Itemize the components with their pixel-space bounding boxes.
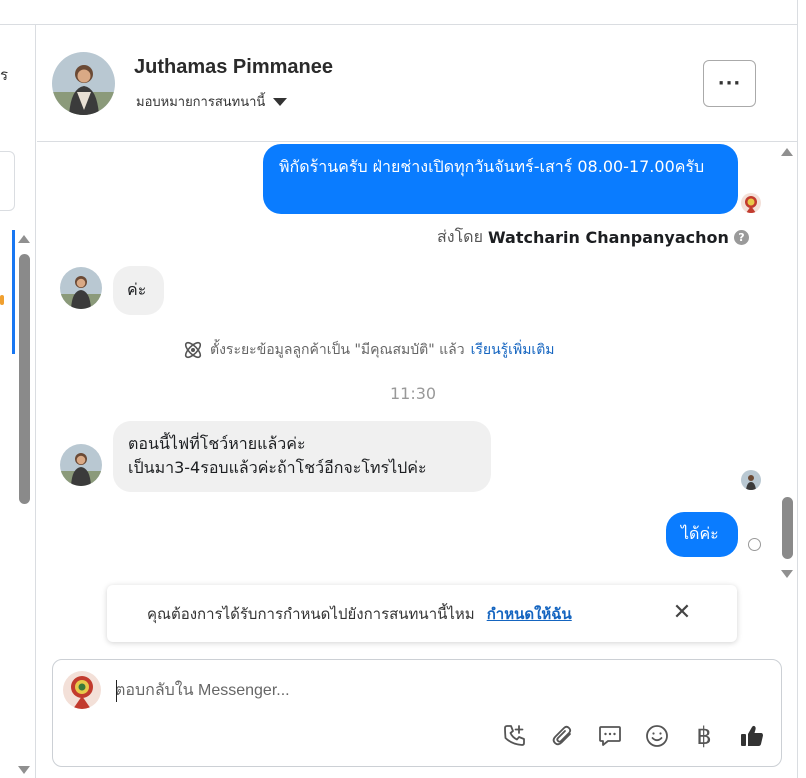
- text-cursor: [116, 680, 117, 702]
- list-scroll-down-arrow[interactable]: [18, 766, 30, 774]
- contact-avatar[interactable]: [52, 52, 115, 115]
- message-thread: พิกัดร้านครับ ฝ่ายช่างเปิดทุกวันจันทร์-เ…: [37, 142, 782, 578]
- conversation-active-indicator: [12, 230, 15, 354]
- sent-by-line: ส่งโดย Watcharin Chanpanyachon ?: [437, 225, 749, 250]
- assign-conversation-label: มอบหมายการสนทนานี้: [136, 95, 266, 110]
- list-scrollbar-thumb[interactable]: [19, 254, 30, 504]
- assign-to-me-link[interactable]: กำหนดให้ฉัน: [487, 602, 572, 626]
- assign-banner-question: คุณต้องการได้รับการกำหนดไปยังการสนทนานี้…: [147, 604, 475, 623]
- message-bubble-outgoing: ได้ค่ะ: [666, 512, 738, 557]
- conversation-list-search-box[interactable]: [0, 151, 15, 211]
- thread-scroll-down-arrow[interactable]: [781, 570, 793, 578]
- right-edge-border: [797, 0, 806, 778]
- list-scroll-up-arrow[interactable]: [18, 235, 30, 243]
- contact-avatar: [60, 267, 102, 309]
- baht-symbol: ฿: [696, 722, 712, 750]
- message-status-indicator: [748, 538, 761, 551]
- sent-by-prefix: ส่งโดย: [437, 227, 483, 246]
- message-bubble-outgoing: พิกัดร้านครับ ฝ่ายช่างเปิดทุกวันจันทร์-เ…: [263, 144, 738, 214]
- message-timestamp: 11:30: [390, 384, 437, 403]
- seen-avatar: [741, 470, 761, 490]
- thread-scroll-up-arrow[interactable]: [781, 148, 793, 156]
- unread-mark: [0, 295, 4, 305]
- agent-avatar: [63, 671, 101, 709]
- messenger-inbox: ร Juthamas Pimmanee มอบหมายการสนทนานี้ ·…: [0, 0, 806, 778]
- conversation-header: Juthamas Pimmanee มอบหมายการสนทนานี้ ···: [37, 25, 797, 142]
- paperclip-icon[interactable]: [548, 721, 578, 751]
- message-bubble-incoming: ตอนนี้ไฟที่โชว์หายแล้วค่ะ เป็นมา3-4รอบแล…: [113, 421, 491, 492]
- question-icon[interactable]: ?: [733, 230, 749, 245]
- reply-input[interactable]: [115, 679, 755, 703]
- more-options-button[interactable]: ···: [703, 60, 756, 107]
- system-event-line: ตั้งระยะข้อมูลลูกค้าเป็น "มีคุณสมบัติ" แ…: [182, 339, 555, 361]
- contact-name: Juthamas Pimmanee: [134, 56, 333, 78]
- message-composer: ฿: [52, 659, 782, 767]
- baht-icon[interactable]: ฿: [689, 721, 719, 751]
- top-bar: [0, 0, 806, 25]
- thread-scrollbar-thumb[interactable]: [782, 497, 793, 559]
- sent-by-agent: Watcharin Chanpanyachon: [487, 228, 729, 247]
- conversation-list-panel: ร: [0, 25, 36, 778]
- conversation-list-partial-text: ร: [0, 66, 9, 84]
- atom-icon: [184, 341, 202, 359]
- chat-bubble-icon[interactable]: [595, 721, 625, 751]
- close-icon[interactable]: ✕: [672, 602, 692, 624]
- message-bubble-incoming: ค่ะ: [113, 266, 164, 315]
- emoji-icon[interactable]: [642, 721, 672, 751]
- contact-avatar: [60, 444, 102, 486]
- assign-banner: คุณต้องการได้รับการกำหนดไปยังการสนทนานี้…: [107, 585, 737, 642]
- sender-avatar: [741, 193, 761, 213]
- thumbs-up-icon[interactable]: [737, 721, 767, 751]
- chevron-down-icon: [273, 97, 288, 106]
- system-event-text: ตั้งระยะข้อมูลลูกค้าเป็น "มีคุณสมบัติ" แ…: [210, 342, 465, 358]
- more-dots-icon: ···: [717, 73, 742, 94]
- assign-conversation-dropdown[interactable]: มอบหมายการสนทนานี้: [136, 91, 288, 112]
- call-add-icon[interactable]: [499, 721, 529, 751]
- learn-more-link[interactable]: เรียนรู้เพิ่มเติม: [471, 339, 555, 361]
